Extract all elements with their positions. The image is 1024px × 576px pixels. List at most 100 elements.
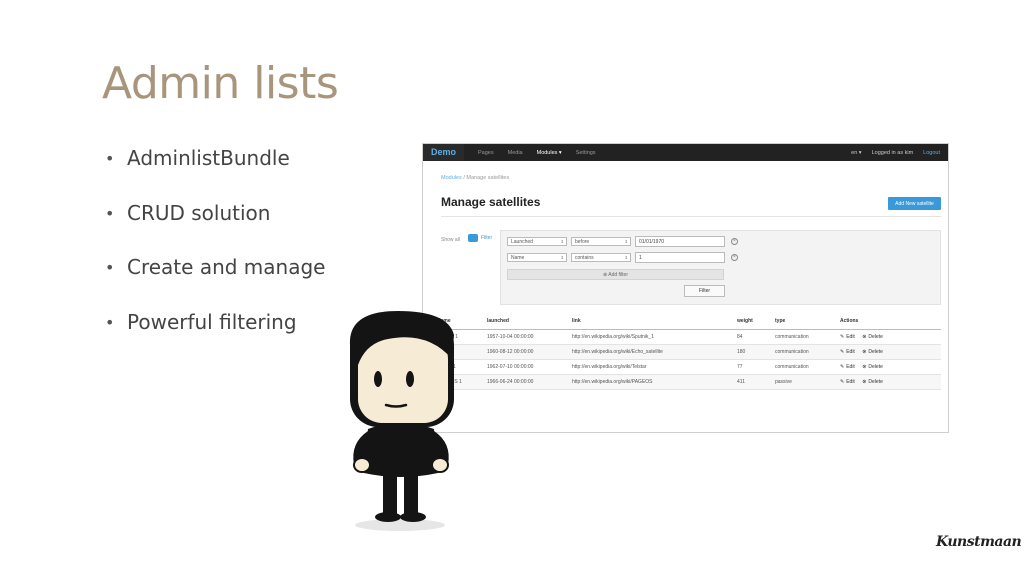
pencil-icon: ✎ bbox=[840, 363, 845, 370]
admin-screenshot: Demo Pages Media Modules ▾ Settings en ▾… bbox=[422, 143, 949, 433]
column-header-type[interactable]: type bbox=[771, 314, 836, 330]
cell-launched: 1966-06-24 00:00:00 bbox=[483, 374, 568, 390]
bullet-item: • CRUD solution bbox=[105, 201, 325, 256]
filter-toggle-label: Filter bbox=[481, 235, 493, 241]
mascot-right-eye bbox=[406, 371, 414, 387]
bullet-dot: • bbox=[105, 203, 115, 223]
cell-link: http://en.wikipedia.org/wiki/Echo_satell… bbox=[568, 344, 733, 360]
edit-button[interactable]: ✎ Edit bbox=[840, 379, 855, 385]
breadcrumb-modules[interactable]: Modules bbox=[441, 175, 462, 181]
delete-icon: ⊗ bbox=[862, 363, 867, 370]
delete-icon: ⊗ bbox=[862, 348, 867, 355]
remove-filter-icon[interactable]: × bbox=[731, 254, 738, 261]
bullet-dot: • bbox=[105, 149, 115, 168]
brand-logo[interactable]: Demo bbox=[423, 144, 465, 161]
cell-actions: ✎ Edit ⊗ Delete bbox=[836, 359, 941, 375]
table-row: PAGEOS 1 1966-06-24 00:00:00 http://en.w… bbox=[433, 374, 941, 390]
column-header-actions: Actions bbox=[836, 314, 941, 330]
cell-launched: 1957-10-04 00:00:00 bbox=[483, 329, 568, 345]
delete-label: Delete bbox=[868, 348, 883, 355]
delete-button[interactable]: ⊗ Delete bbox=[862, 349, 883, 355]
delete-button[interactable]: ⊗ Delete bbox=[862, 364, 883, 370]
filter-operator-value: before bbox=[575, 239, 590, 245]
cell-weight: 411 bbox=[733, 374, 771, 390]
delete-icon: ⊗ bbox=[862, 333, 867, 340]
toggle-switch-icon[interactable] bbox=[468, 234, 478, 242]
column-header-link[interactable]: link bbox=[568, 314, 733, 330]
breadcrumb-current: Manage satellites bbox=[466, 175, 510, 181]
breadcrumb: Modules / Manage satellites bbox=[441, 175, 509, 181]
filter-field-select[interactable]: Launched ⇕ bbox=[507, 237, 567, 246]
edit-label: Edit bbox=[846, 348, 855, 355]
mascot-left-foot bbox=[375, 512, 401, 522]
edit-button[interactable]: ✎ Edit bbox=[840, 334, 855, 340]
table-header-row: Name launched link weight type Actions bbox=[433, 314, 941, 330]
filter-field-value: Name bbox=[511, 255, 525, 261]
cell-launched: 1960-08-12 00:00:00 bbox=[483, 344, 568, 360]
edit-label: Edit bbox=[846, 363, 855, 370]
edit-button[interactable]: ✎ Edit bbox=[840, 349, 855, 355]
filter-operator-select[interactable]: before ⇕ bbox=[571, 237, 631, 246]
show-all-link[interactable]: Show all bbox=[441, 237, 460, 243]
cell-link: http://en.wikipedia.org/wiki/PAGEOS bbox=[568, 374, 733, 390]
kunstmaan-logo: Kunstmaan bbox=[936, 534, 1022, 550]
cell-launched: 1962-07-10 00:00:00 bbox=[483, 359, 568, 375]
pencil-icon: ✎ bbox=[840, 333, 845, 340]
nav-item-settings[interactable]: Settings bbox=[576, 150, 596, 156]
chevron-down-icon: ⇕ bbox=[560, 255, 564, 260]
bullet-text: Powerful filtering bbox=[127, 309, 297, 334]
filter-value-input[interactable]: 01/01/1970 bbox=[635, 236, 725, 247]
cell-actions: ✎ Edit ⊗ Delete bbox=[836, 329, 941, 345]
edit-button[interactable]: ✎ Edit bbox=[840, 364, 855, 370]
cell-link: http://en.wikipedia.org/wiki/Sputnik_1 bbox=[568, 329, 733, 345]
mascot-illustration bbox=[349, 311, 454, 531]
edit-label: Edit bbox=[846, 378, 855, 385]
delete-button[interactable]: ⊗ Delete bbox=[862, 334, 883, 340]
chevron-down-icon: ⇕ bbox=[624, 239, 628, 244]
bullet-text: CRUD solution bbox=[127, 200, 271, 225]
chevron-down-icon: ⇕ bbox=[560, 239, 564, 244]
mascot-face bbox=[358, 335, 448, 423]
top-navbar: Demo Pages Media Modules ▾ Settings en ▾… bbox=[423, 144, 948, 161]
cell-type: communication bbox=[771, 329, 836, 345]
nav-item-media[interactable]: Media bbox=[508, 150, 523, 156]
cell-type: communication bbox=[771, 359, 836, 375]
delete-label: Delete bbox=[868, 378, 883, 385]
nav-item-modules[interactable]: Modules ▾ bbox=[537, 150, 562, 156]
mascot-right-hand bbox=[431, 457, 449, 473]
filter-field-value: Launched bbox=[511, 239, 533, 245]
logged-in-user: Logged in as kim bbox=[871, 149, 914, 156]
filter-field-select[interactable]: Name ⇕ bbox=[507, 253, 567, 262]
cell-weight: 180 bbox=[733, 344, 771, 360]
delete-icon: ⊗ bbox=[862, 378, 867, 385]
cell-actions: ✎ Edit ⊗ Delete bbox=[836, 344, 941, 360]
delete-button[interactable]: ⊗ Delete bbox=[862, 379, 883, 385]
page-title: Manage satellites bbox=[441, 195, 541, 209]
bullet-list: • AdminlistBundle • CRUD solution • Create … bbox=[105, 146, 325, 364]
add-satellite-button[interactable]: Add New satellite bbox=[888, 197, 941, 210]
filter-value-input[interactable]: 1 bbox=[635, 252, 725, 263]
filter-operator-select[interactable]: contains ⇕ bbox=[571, 253, 631, 262]
bullet-dot: • bbox=[105, 258, 115, 277]
language-dropdown[interactable]: en ▾ bbox=[851, 150, 861, 156]
mascot-body bbox=[364, 423, 438, 477]
mascot-shadow bbox=[355, 519, 445, 531]
nav-item-pages[interactable]: Pages bbox=[478, 150, 494, 156]
remove-filter-icon[interactable]: × bbox=[731, 238, 738, 245]
mascot-left-eye bbox=[374, 371, 382, 387]
pencil-icon: ✎ bbox=[840, 378, 845, 385]
apply-filter-button[interactable]: Filter bbox=[684, 285, 725, 297]
mascot-left-hand bbox=[353, 457, 371, 473]
column-header-weight[interactable]: weight bbox=[733, 314, 771, 330]
filter-toggle[interactable]: Filter bbox=[468, 234, 492, 242]
edit-label: Edit bbox=[846, 333, 855, 340]
column-header-launched[interactable]: launched bbox=[483, 314, 568, 330]
table-row: Sputnik 1 1957-10-04 00:00:00 http://en.… bbox=[433, 329, 941, 345]
add-filter-button[interactable]: ⊕ Add filter bbox=[507, 269, 724, 280]
bullet-item: • Create and manage bbox=[105, 255, 325, 310]
table-row: Telstar 1 1962-07-10 00:00:00 http://en.… bbox=[433, 359, 941, 375]
chevron-down-icon: ⇕ bbox=[624, 255, 628, 260]
logout-link[interactable]: Logout bbox=[923, 150, 940, 156]
bullet-item: • AdminlistBundle bbox=[105, 146, 325, 201]
table-row: Echo 1 1960-08-12 00:00:00 http://en.wik… bbox=[433, 344, 941, 360]
